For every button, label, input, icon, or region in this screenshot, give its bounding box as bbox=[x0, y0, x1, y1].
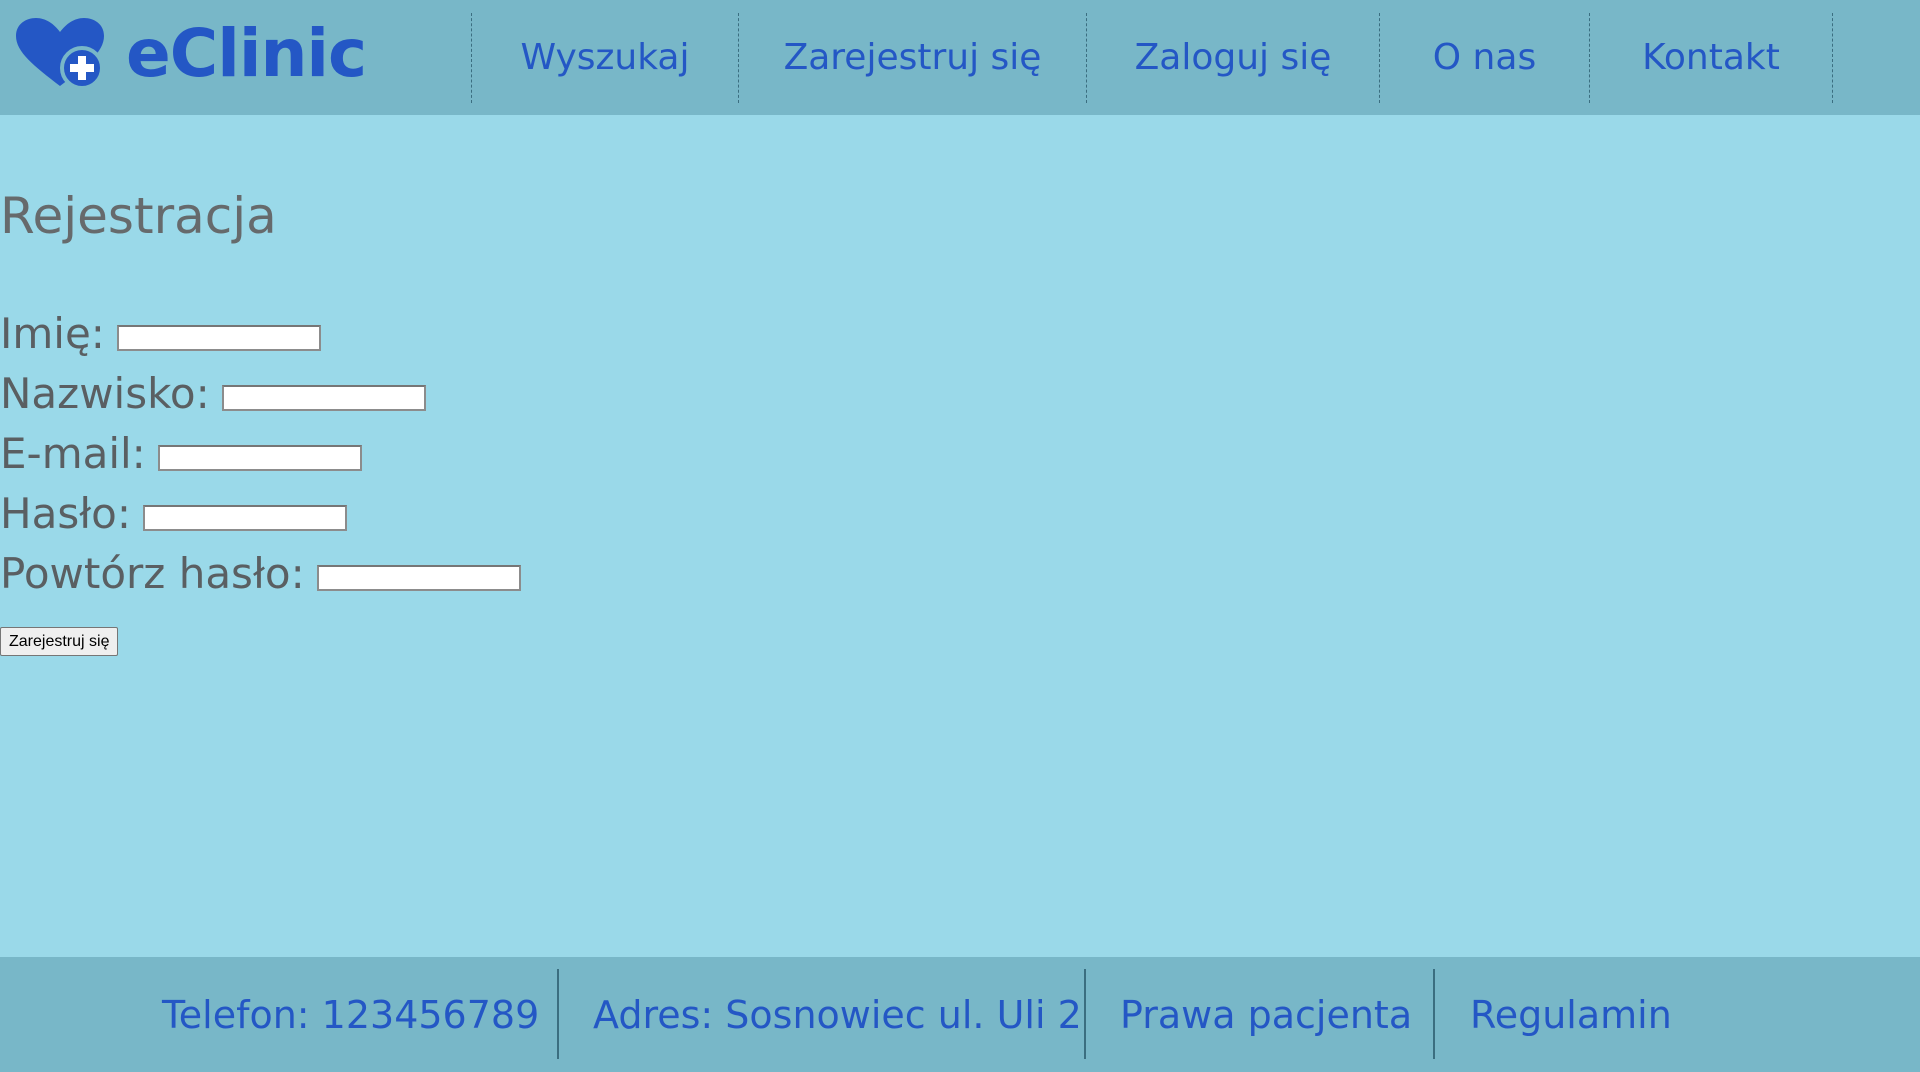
footer-phone: Telefon: 123456789 bbox=[162, 993, 540, 1037]
last-name-field[interactable] bbox=[221, 385, 426, 411]
logo[interactable]: eClinic bbox=[14, 14, 367, 94]
repeat-password-label: Powtórz hasło: bbox=[0, 548, 305, 598]
footer-terms-link[interactable]: Regulamin bbox=[1470, 987, 1672, 1043]
site-footer: Telefon: 123456789 Adres: Sosnowiec ul. … bbox=[0, 957, 1920, 1072]
footer-divider bbox=[1433, 969, 1435, 1059]
form-row-last-name: Nazwisko: bbox=[0, 368, 426, 418]
register-submit-button[interactable]: Zarejestruj się bbox=[0, 627, 119, 656]
email-field[interactable] bbox=[157, 445, 362, 471]
password-field[interactable] bbox=[142, 505, 347, 531]
form-row-first-name: Imię: bbox=[0, 308, 321, 358]
first-name-field[interactable] bbox=[116, 325, 321, 351]
footer-patient-rights-link[interactable]: Prawa pacjenta bbox=[1120, 987, 1412, 1043]
form-row-repeat-password: Powtórz hasło: bbox=[0, 548, 521, 598]
last-name-label: Nazwisko: bbox=[0, 368, 210, 418]
footer-divider bbox=[1084, 969, 1086, 1059]
site-header: eClinic Wyszukaj Zarejestruj się Zaloguj… bbox=[0, 0, 1920, 115]
logo-text: eClinic bbox=[126, 15, 367, 92]
nav-about[interactable]: O nas bbox=[1380, 30, 1589, 86]
form-row-email: E-mail: bbox=[0, 428, 362, 478]
nav-login[interactable]: Zaloguj się bbox=[1087, 30, 1379, 86]
heart-plus-icon bbox=[16, 18, 104, 90]
page-title: Rejestracja bbox=[0, 187, 277, 245]
first-name-label: Imię: bbox=[0, 308, 105, 358]
nav-register[interactable]: Zarejestruj się bbox=[739, 30, 1086, 86]
password-label: Hasło: bbox=[0, 488, 131, 538]
email-label: E-mail: bbox=[0, 428, 146, 478]
footer-divider bbox=[557, 969, 559, 1059]
nav-divider bbox=[1832, 13, 1833, 103]
repeat-password-field[interactable] bbox=[316, 565, 521, 591]
footer-address: Adres: Sosnowiec ul. Uli 2 bbox=[593, 993, 1082, 1037]
nav-contact[interactable]: Kontakt bbox=[1590, 30, 1832, 86]
nav-search[interactable]: Wyszukaj bbox=[472, 30, 738, 86]
form-row-password: Hasło: bbox=[0, 488, 347, 538]
